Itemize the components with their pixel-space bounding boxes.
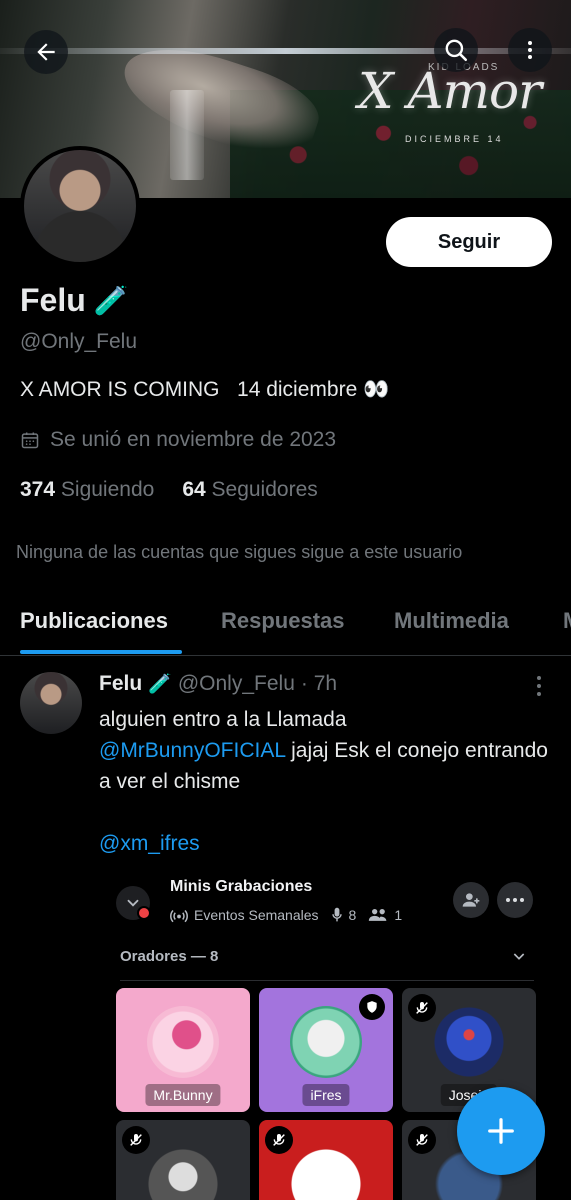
profile-joined: Se unió en noviembre de 2023: [20, 428, 336, 452]
profile-avatar[interactable]: [20, 146, 140, 266]
post-time: · 7h: [300, 672, 338, 695]
post-author-name[interactable]: Felu: [99, 672, 142, 696]
tab-overflow[interactable]: M: [563, 608, 571, 634]
post-avatar[interactable]: [20, 672, 82, 734]
speaker-name: iFres: [302, 1084, 350, 1106]
speaker-tile[interactable]: [116, 1120, 250, 1200]
channel-name: Eventos Semanales: [194, 907, 319, 923]
back-button[interactable]: [24, 30, 68, 74]
people-count: 1: [394, 907, 403, 923]
more-horizontal-icon: [506, 898, 524, 902]
tab-multimedia[interactable]: Multimedia: [394, 608, 509, 634]
chevron-down-icon[interactable]: [511, 948, 527, 969]
post-text-line: alguien entro a la Llamada: [99, 708, 347, 731]
speaker-avatar: [290, 1148, 362, 1200]
post-more-icon[interactable]: [532, 674, 546, 698]
broadcast-icon: [170, 909, 188, 923]
speaker-avatar: [147, 1148, 219, 1200]
people-icon: [369, 909, 387, 921]
tab-publicaciones[interactable]: Publicaciones: [20, 608, 168, 634]
followers-label: Seguidores: [211, 478, 318, 501]
banner-light-streak: [0, 48, 571, 54]
add-friend-button[interactable]: [453, 882, 489, 918]
speaker-tile-ifres[interactable]: iFres: [259, 988, 393, 1112]
post-header: Felu 🧪 @Only_Felu · 7h: [99, 672, 337, 696]
profile-name-text: Felu: [20, 282, 86, 318]
profile-name: Felu 🧪: [20, 282, 129, 319]
mic-count: 8: [348, 907, 357, 923]
add-person-icon: [462, 893, 480, 907]
speakers-label: Oradores — 8: [120, 948, 219, 965]
muted-mic-icon: [265, 1126, 293, 1154]
profile-tabs: Publicaciones Respuestas Multimedia M: [0, 590, 571, 656]
test-tube-icon: 🧪: [148, 674, 172, 695]
space-subtitle: Eventos Semanales 8 1: [170, 907, 402, 923]
muted-mic-icon: [122, 1126, 150, 1154]
followers-count: 64: [182, 478, 206, 501]
profile-handle: @Only_Felu: [20, 330, 138, 353]
more-button[interactable]: [497, 882, 533, 918]
search-button[interactable]: [434, 28, 478, 72]
compose-button[interactable]: [457, 1087, 545, 1175]
speaker-avatar: [433, 1006, 505, 1078]
more-vertical-icon: [528, 41, 532, 59]
speaker-tile[interactable]: [259, 1120, 393, 1200]
plus-icon: [488, 1118, 514, 1144]
test-tube-icon: 🧪: [93, 285, 129, 316]
search-icon: [445, 39, 468, 62]
divider: [120, 980, 534, 981]
post-author-handle[interactable]: @Only_Felu: [178, 672, 295, 696]
follow-button[interactable]: Seguir: [386, 217, 552, 267]
speaker-tile-mrbunny[interactable]: Mr.Bunny: [116, 988, 250, 1112]
mic-icon: [331, 907, 342, 922]
post-text: alguien entro a la Llamada @MrBunnyOFICI…: [99, 704, 549, 859]
live-badge: [137, 906, 151, 920]
tab-respuestas[interactable]: Respuestas: [221, 608, 345, 634]
speaker-avatar: [147, 1006, 219, 1078]
mention-link[interactable]: @MrBunnyOFICIAL: [99, 739, 285, 762]
banner-date: DICIEMBRE 14: [405, 134, 504, 144]
space-title: Minis Grabaciones: [170, 878, 313, 895]
speaker-avatar: [290, 1006, 362, 1078]
followed-by-notice: Ninguna de las cuentas que sigues sigue …: [16, 542, 463, 562]
mention-link[interactable]: @xm_ifres: [99, 832, 200, 855]
following-label: Siguiendo: [60, 478, 155, 501]
joined-text: Se unió en noviembre de 2023: [50, 428, 337, 451]
banner-glass: [170, 90, 204, 180]
more-options-button[interactable]: [508, 28, 552, 72]
arrow-left-icon: [37, 43, 55, 61]
moderator-shield-icon: [359, 994, 385, 1020]
tab-active-indicator: [20, 650, 182, 654]
calendar-icon: [21, 432, 39, 449]
profile-bio: X AMOR IS COMING 14 diciembre 👀: [20, 378, 390, 401]
following-count: 374: [20, 478, 56, 501]
profile-stats: 374 Siguiendo 64 Seguidores: [20, 478, 318, 502]
followers-link[interactable]: 64 Seguidores: [182, 478, 317, 502]
speaker-name: Mr.Bunny: [145, 1084, 221, 1106]
muted-mic-icon: [408, 994, 436, 1022]
muted-mic-icon: [408, 1126, 436, 1154]
following-link[interactable]: 374 Siguiendo: [20, 478, 154, 502]
